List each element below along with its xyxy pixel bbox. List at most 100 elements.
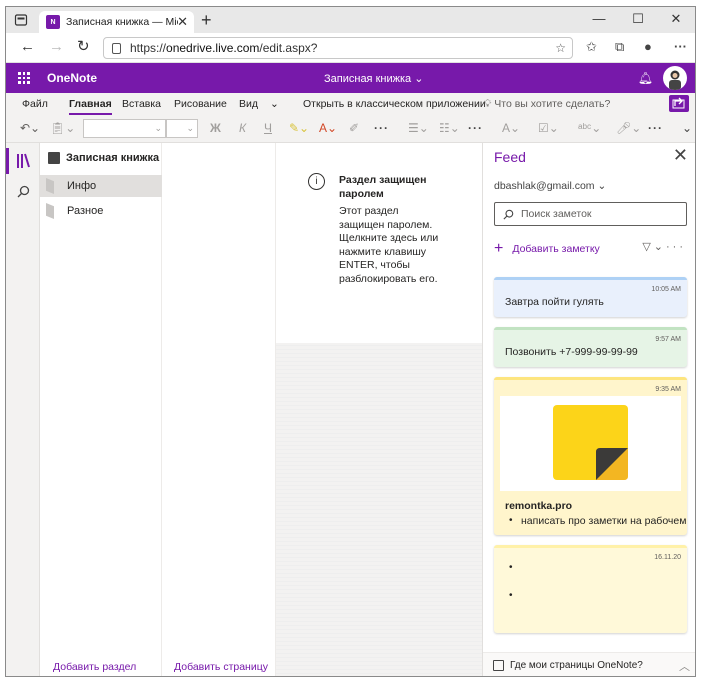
section-label: Разное [67, 205, 104, 217]
protected-text: Этот раздел защищен паролем. Щелкните зд… [339, 205, 439, 285]
note-title: remontka.pro [505, 500, 573, 512]
tag-icon[interactable]: ☑⌄ [538, 121, 559, 135]
note-time: 10:05 AM [651, 286, 681, 293]
note-card[interactable]: 10:05 AM Завтра пойти гулять [494, 277, 687, 317]
refresh-icon[interactable]: ↻ [77, 39, 90, 55]
numbering-icon[interactable]: ☷⌄ [439, 121, 460, 135]
note-card[interactable]: 9:57 AM Позвонить +7-999-99-99-99 [494, 327, 687, 367]
maximize-icon[interactable]: ☐ [623, 11, 653, 27]
tab-view[interactable]: Вид [239, 98, 258, 110]
section-tab-marker [46, 203, 54, 219]
account-selector[interactable]: dbashlak@gmail.com ⌄ [494, 180, 606, 192]
clear-format-icon[interactable]: ✐ [349, 121, 359, 135]
tab-draw[interactable]: Рисование [174, 98, 227, 110]
sections-pane: Инфо Разное Добавить раздел [40, 143, 162, 676]
password-protected-message[interactable]: i Раздел защищен паролем Этот раздел защ… [276, 143, 482, 343]
address-row: ← → ↻ https://onedrive.live.com/edit.asp… [6, 33, 695, 63]
tab-strip: N Записная книжка — Microsoft OneNote On… [6, 7, 695, 33]
styles-icon[interactable]: A⌄ [502, 121, 520, 135]
sticky-notes-icon [553, 405, 628, 480]
address-bar[interactable]: https://onedrive.live.com/edit.aspx? ☆ [103, 37, 573, 59]
font-name-combobox[interactable]: ⌄ [83, 119, 166, 138]
section-tab-marker [46, 178, 54, 194]
bold-button[interactable]: Ж [210, 121, 221, 135]
browser-menu-icon[interactable]: ··· [674, 40, 687, 54]
close-feed-icon[interactable]: ✕ [673, 145, 688, 165]
profile-icon[interactable]: ● [644, 40, 652, 54]
notebook-switcher[interactable]: Записная книжка ⌄ [48, 149, 174, 167]
share-button[interactable] [669, 95, 689, 112]
add-section-link[interactable]: Добавить раздел [53, 661, 136, 673]
ribbon-expand-chevron-icon[interactable]: ⌄ [270, 98, 279, 110]
tab-insert[interactable]: Вставка [122, 98, 161, 110]
underline-button[interactable]: Ч [264, 121, 272, 135]
onenote-pages-icon [493, 660, 504, 671]
tab-home[interactable]: Главная [69, 98, 112, 115]
add-note-label: Добавить заметку [512, 243, 600, 255]
ribbon-collapse-icon[interactable]: ⌄ [682, 121, 692, 135]
spelling-icon[interactable]: ᵃᵇᶜ⌄ [578, 121, 601, 135]
tab-actions-icon[interactable] [14, 13, 28, 27]
page-canvas[interactable]: i Раздел защищен паролем Этот раздел защ… [276, 143, 482, 676]
dictate-icon[interactable]: 🎤︎⌄ [616, 121, 641, 135]
note-text: Позвонить +7-999-99-99-99 [505, 346, 638, 358]
add-note-button[interactable]: + Добавить заметку [494, 240, 600, 257]
window-close-icon[interactable]: ✕ [661, 11, 691, 27]
feed-pane: Feed ✕ dbashlak@gmail.com ⌄ Поиск замето… [482, 143, 695, 676]
favorites-icon[interactable]: ✩ [586, 40, 597, 54]
collections-icon[interactable]: ⧉ [615, 40, 624, 54]
note-time: 9:57 AM [655, 336, 681, 343]
undo-icon[interactable]: ↶⌄ [20, 121, 40, 135]
more-font-options-icon[interactable]: ··· [374, 121, 389, 135]
new-tab-button[interactable]: + [201, 10, 212, 30]
note-time: 9:35 AM [655, 386, 681, 393]
notebook-icon [48, 152, 60, 164]
search-icon[interactable] [17, 185, 30, 198]
close-tab-icon[interactable]: ✕ [177, 15, 188, 29]
search-notes-input[interactable]: Поиск заметок [494, 202, 687, 226]
favorite-star-icon[interactable]: ☆ [555, 41, 566, 55]
more-options-icon[interactable]: ··· [648, 121, 663, 135]
section-item-info[interactable]: Инфо [40, 175, 162, 197]
forward-icon[interactable]: → [49, 39, 64, 55]
note-text: Завтра пойти гулять [505, 296, 604, 308]
note-card[interactable]: 9:35 AM remontka.pro написать про заметк… [494, 377, 687, 535]
font-color-icon[interactable]: A⌄ [319, 121, 337, 135]
plus-icon: + [494, 240, 504, 257]
open-desktop-app-link[interactable]: Открыть в классическом приложении [303, 98, 486, 110]
browser-tab[interactable]: N Записная книжка — Microsoft OneNote On… [39, 11, 194, 33]
note-time: 16.11.20 [654, 554, 681, 561]
protected-title: Раздел защищен паролем [339, 174, 427, 200]
app-launcher-icon[interactable] [18, 72, 30, 84]
app-name[interactable]: OneNote [47, 71, 97, 85]
avatar[interactable] [663, 66, 687, 90]
italic-button[interactable]: К [239, 121, 246, 135]
font-size-combobox[interactable]: ⌄ [166, 119, 198, 138]
clipboard-icon[interactable]: 📋︎⌄ [50, 121, 75, 135]
section-label: Инфо [67, 180, 97, 192]
add-page-link[interactable]: Добавить страницу [174, 661, 268, 673]
feed-footer[interactable]: Где мои страницы OneNote? ︿ [483, 652, 695, 676]
chevron-up-icon[interactable]: ︿ [679, 658, 690, 674]
notifications-bell-icon[interactable]: 🔔︎ [638, 71, 653, 85]
browser-window: N Записная книжка — Microsoft OneNote On… [5, 6, 696, 677]
note-card[interactable]: 16.11.20 [494, 545, 687, 633]
where-are-pages-link[interactable]: Где мои страницы OneNote? [510, 660, 643, 671]
bullets-icon[interactable]: ☰⌄ [408, 121, 429, 135]
notebook-title-button[interactable]: Записная книжка ⌄ [324, 72, 423, 85]
filter-icon[interactable]: ▽⌄··· [642, 240, 686, 253]
back-icon[interactable]: ← [20, 39, 35, 55]
highlight-icon[interactable]: ✎⌄ [289, 121, 309, 135]
section-item-misc[interactable]: Разное [40, 200, 162, 222]
search-placeholder: Поиск заметок [521, 208, 592, 220]
url-text: https://onedrive.live.com/edit.aspx? [130, 41, 318, 55]
tell-me-input[interactable]: 💡︎ Что вы хотите сделать? [484, 98, 610, 111]
more-paragraph-options-icon[interactable]: ··· [468, 121, 483, 135]
notebooks-icon[interactable] [6, 148, 40, 174]
minimize-icon[interactable]: — [584, 11, 614, 27]
lock-icon [112, 42, 121, 54]
note-image [500, 396, 681, 491]
ribbon-toolbar: ↶⌄ 📋︎⌄ ⌄ ⌄ Ж К Ч ✎⌄ A⌄ ✐ ··· ☰⌄ ☷⌄ ··· A… [6, 115, 695, 143]
tab-title: Записная книжка — Microsoft OneNote Onli… [66, 16, 178, 28]
tab-file[interactable]: Файл [22, 98, 48, 110]
